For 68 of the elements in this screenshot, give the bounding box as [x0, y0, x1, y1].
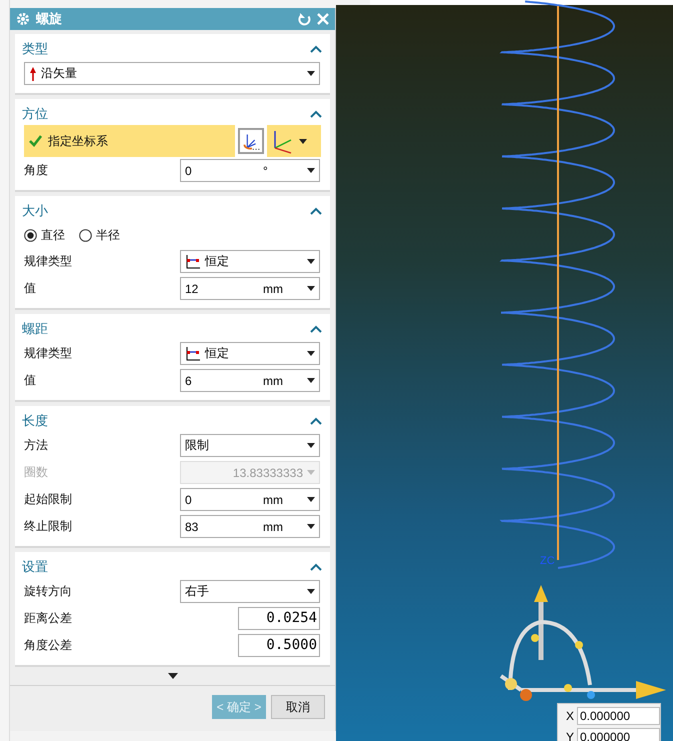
field-label: 角度公差	[24, 637, 72, 654]
field-label: 旋转方向	[24, 583, 72, 600]
close-icon[interactable]	[317, 13, 329, 25]
dropdown-caret-icon[interactable]	[307, 524, 315, 529]
gear-icon	[16, 12, 30, 26]
dropdown-caret-icon[interactable]	[307, 351, 315, 356]
section-title: 大小	[22, 202, 48, 220]
field-label: 规律类型	[24, 345, 72, 362]
law-graph-icon	[185, 346, 201, 362]
dropdown-caret-icon[interactable]	[307, 168, 315, 173]
section-title: 类型	[22, 40, 48, 58]
dropdown-caret-icon[interactable]	[307, 71, 315, 76]
dropdown-caret-icon[interactable]	[307, 443, 315, 448]
number-field[interactable]: 0.5000	[238, 634, 320, 657]
csys-picker[interactable]	[267, 125, 321, 157]
axis-label: Y	[564, 730, 574, 741]
dropdown-caret-icon[interactable]	[307, 497, 315, 502]
collapse-chevron-icon[interactable]	[310, 110, 322, 118]
section-title: 设置	[22, 558, 48, 576]
reset-icon[interactable]	[298, 12, 311, 26]
section-title: 长度	[22, 412, 48, 430]
radio-button[interactable]: 直径	[24, 226, 65, 244]
field-label: 角度	[24, 162, 48, 179]
dropdown-caret-icon[interactable]	[307, 589, 315, 594]
dropdown-field[interactable]: 0 mm	[180, 488, 320, 511]
radio-button[interactable]: 半径	[79, 226, 120, 244]
arrow-icon	[29, 66, 37, 80]
field-label: 值	[24, 372, 36, 389]
law-graph-icon	[185, 254, 201, 270]
section-title: 方位	[22, 105, 48, 123]
collapse-chevron-icon[interactable]	[310, 563, 322, 571]
axis-label: X	[564, 709, 574, 723]
dropdown-field[interactable]: 右手	[180, 580, 320, 603]
window-title: 螺旋	[36, 10, 63, 28]
axis-label: ZC	[540, 555, 555, 567]
selection-label: 指定坐标系	[48, 132, 108, 150]
collapse-chevron-icon[interactable]	[310, 207, 322, 215]
collapse-chevron-icon[interactable]	[310, 45, 322, 53]
field-label: 终止限制	[24, 518, 72, 535]
dropdown-field[interactable]: 恒定	[180, 250, 320, 273]
collapse-chevron-icon[interactable]	[310, 417, 322, 425]
dropdown-field[interactable]: 0 °	[180, 159, 320, 182]
field-label: 方法	[24, 437, 48, 454]
field-label: 规律类型	[24, 253, 72, 270]
dropdown-caret-icon[interactable]	[307, 286, 315, 291]
field-label: 值	[24, 280, 36, 297]
section-title: 螺距	[22, 320, 48, 338]
collapse-chevron-icon[interactable]	[310, 325, 322, 333]
dropdown-caret-icon	[307, 470, 315, 475]
dropdown-caret-icon[interactable]	[307, 378, 315, 383]
dropdown-field[interactable]: 恒定	[180, 342, 320, 365]
dropdown-field[interactable]: 6 mm	[180, 369, 320, 392]
dropdown-field[interactable]: 83 mm	[180, 515, 320, 538]
selection-row[interactable]: 指定坐标系	[24, 125, 235, 157]
dropdown-field[interactable]: 12 mm	[180, 277, 320, 300]
more-options-icon[interactable]	[168, 673, 178, 679]
vector-dropdown[interactable]: 沿矢量	[24, 62, 320, 85]
number-field[interactable]: 0.0254	[238, 607, 320, 630]
coordinate-field[interactable]: 0.000000	[577, 707, 660, 725]
csys-dialog-icon[interactable]	[238, 128, 264, 154]
field-label: 圈数	[24, 464, 48, 481]
dropdown-field[interactable]: 限制	[180, 434, 320, 457]
dropdown-caret-icon[interactable]	[299, 138, 307, 144]
field-label: 距离公差	[24, 610, 72, 627]
coordinate-field[interactable]: 0.000000	[577, 728, 660, 741]
cancel-button[interactable]: 取消	[271, 695, 325, 719]
dropdown-caret-icon[interactable]	[307, 259, 315, 264]
field-label: 起始限制	[24, 491, 72, 508]
